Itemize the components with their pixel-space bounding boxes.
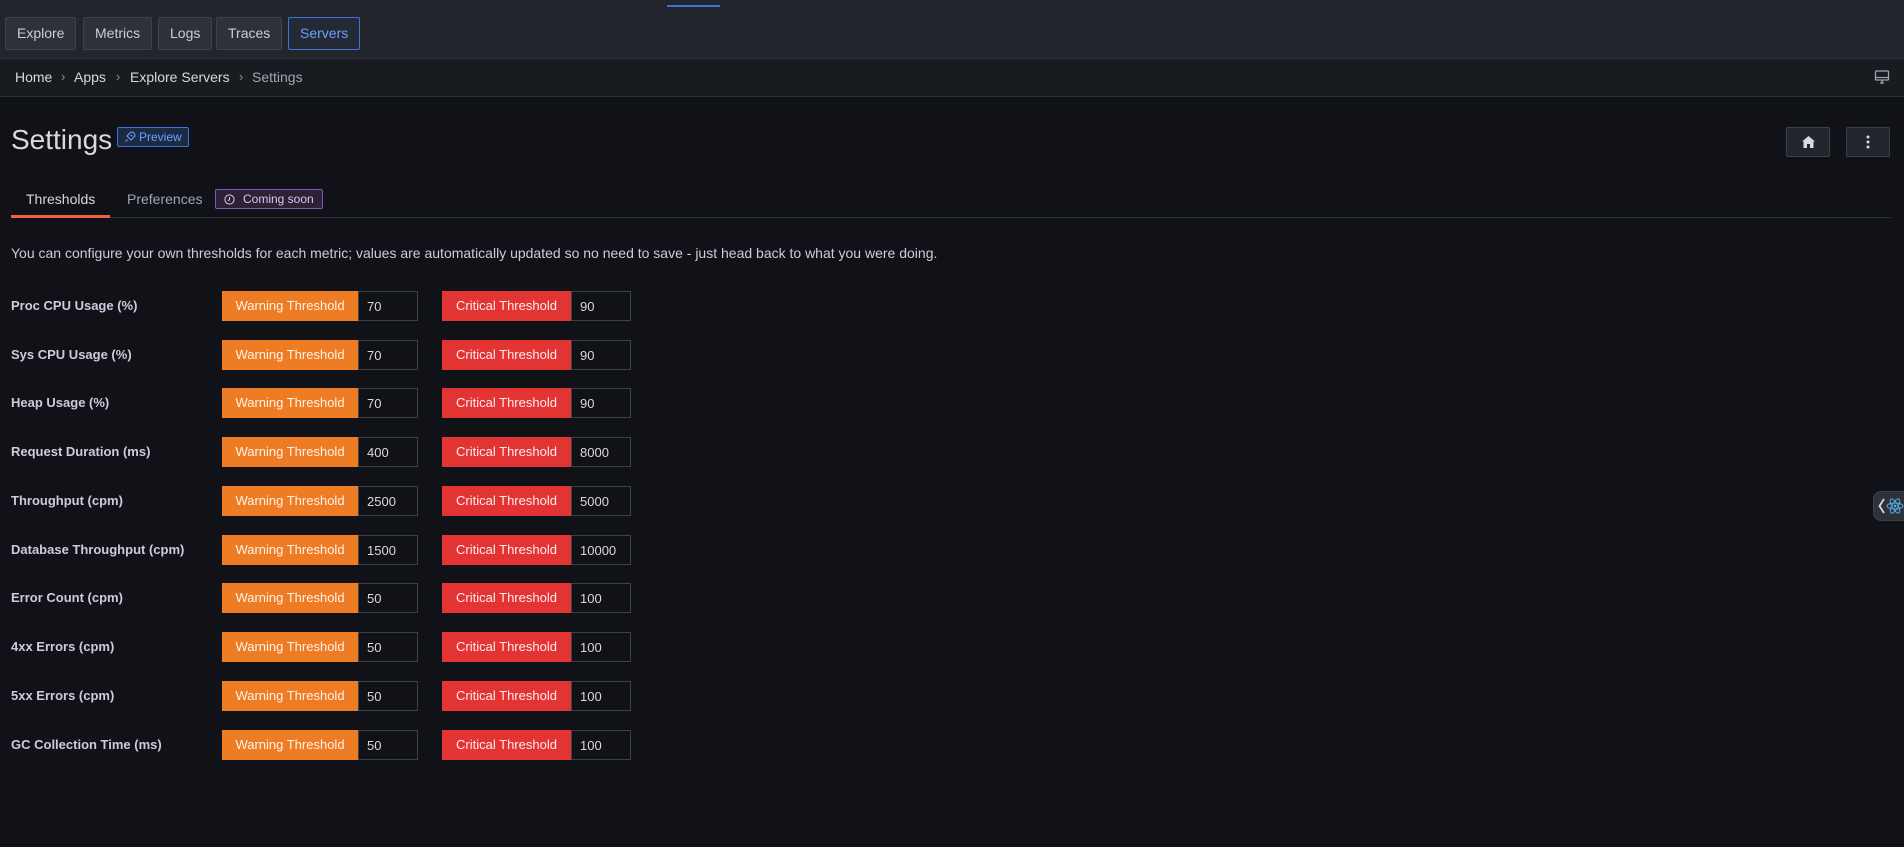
critical-threshold-label: Critical Threshold	[442, 437, 571, 467]
metric-label: Error Count (cpm)	[11, 590, 123, 605]
critical-threshold-label: Critical Threshold	[442, 632, 571, 662]
rocket-icon	[125, 131, 136, 142]
metric-label: Throughput (cpm)	[11, 493, 123, 508]
warning-threshold-input[interactable]	[358, 437, 418, 467]
warning-threshold-input[interactable]	[358, 486, 418, 516]
metric-label: GC Collection Time (ms)	[11, 737, 162, 752]
warning-threshold-input[interactable]	[358, 583, 418, 613]
coming-soon-badge: Coming soon	[215, 189, 323, 209]
critical-threshold-label: Critical Threshold	[442, 340, 571, 370]
settings-description: You can configure your own thresholds fo…	[11, 245, 938, 261]
nav-servers-button[interactable]: Servers	[288, 17, 361, 50]
warning-threshold-label: Warning Threshold	[222, 437, 358, 467]
threshold-row: 5xx Errors (cpm) Warning Threshold Critica…	[0, 681, 700, 711]
warning-threshold-input[interactable]	[358, 681, 418, 711]
threshold-row: Proc CPU Usage (%) Warning Threshold Criti…	[0, 291, 700, 321]
critical-threshold-input[interactable]	[571, 340, 631, 370]
warning-threshold-label: Warning Threshold	[222, 583, 358, 613]
sidebar-toggle-button[interactable]	[1873, 491, 1904, 521]
kebab-menu-icon	[1866, 135, 1870, 149]
warning-threshold-label: Warning Threshold	[222, 291, 358, 321]
breadcrumb-settings: Settings	[252, 69, 303, 85]
breadcrumb-separator: ›	[116, 69, 121, 84]
threshold-row: Request Duration (ms) Warning Threshold Cr…	[0, 437, 700, 467]
tab-thresholds[interactable]: Thresholds	[11, 186, 111, 218]
threshold-row: Heap Usage (%) Warning Threshold Critical …	[0, 388, 700, 418]
threshold-row: Error Count (cpm) Warning Threshold Critic…	[0, 583, 700, 613]
metric-label: 5xx Errors (cpm)	[11, 688, 115, 703]
critical-threshold-label: Critical Threshold	[442, 388, 571, 418]
critical-threshold-input[interactable]	[571, 486, 631, 516]
metric-label: Proc CPU Usage (%)	[11, 298, 138, 313]
warning-threshold-input[interactable]	[358, 535, 418, 565]
warning-threshold-input[interactable]	[358, 291, 418, 321]
nav-traces-button[interactable]: Traces	[216, 17, 283, 50]
top-nav: Explore Metrics Logs Traces Servers	[0, 7, 1904, 59]
warning-threshold-input[interactable]	[358, 632, 418, 662]
metric-label: Database Throughput (cpm)	[11, 542, 185, 557]
critical-threshold-label: Critical Threshold	[442, 535, 571, 565]
tab-preferences[interactable]: Preferences	[127, 186, 202, 218]
warning-threshold-input[interactable]	[358, 340, 418, 370]
breadcrumb-home[interactable]: Home	[15, 69, 52, 85]
warning-threshold-label: Warning Threshold	[222, 730, 358, 760]
critical-threshold-input[interactable]	[571, 388, 631, 418]
critical-threshold-input[interactable]	[571, 437, 631, 467]
breadcrumb-explore-servers[interactable]: Explore Servers	[130, 69, 230, 85]
coming-soon-label: Coming soon	[243, 192, 314, 206]
more-options-button[interactable]	[1846, 127, 1890, 157]
warning-threshold-label: Warning Threshold	[222, 535, 358, 565]
metric-label: Request Duration (ms)	[11, 444, 151, 459]
breadcrumb-separator: ›	[61, 69, 66, 84]
warning-threshold-input[interactable]	[358, 730, 418, 760]
page-title: Settings	[11, 124, 113, 155]
metric-label: Heap Usage (%)	[11, 395, 110, 410]
critical-threshold-label: Critical Threshold	[442, 583, 571, 613]
critical-threshold-label: Critical Threshold	[442, 486, 571, 516]
metric-label: 4xx Errors (cpm)	[11, 639, 115, 654]
critical-threshold-label: Critical Threshold	[442, 291, 571, 321]
warning-threshold-label: Warning Threshold	[222, 681, 358, 711]
critical-threshold-input[interactable]	[571, 632, 631, 662]
react-icon	[1878, 498, 1904, 514]
critical-threshold-label: Critical Threshold	[442, 730, 571, 760]
critical-threshold-input[interactable]	[571, 681, 631, 711]
warning-threshold-input[interactable]	[358, 388, 418, 418]
home-button[interactable]	[1786, 127, 1830, 157]
top-strip	[0, 0, 1904, 7]
breadcrumb-separator: ›	[239, 69, 244, 84]
warning-threshold-label: Warning Threshold	[222, 486, 358, 516]
threshold-row: Database Throughput (cpm) Warning Thresho…	[0, 535, 700, 565]
home-icon	[1801, 136, 1815, 148]
critical-threshold-label: Critical Threshold	[442, 681, 571, 711]
breadcrumb-apps[interactable]: Apps	[74, 69, 106, 85]
preview-badge-label: Preview	[139, 130, 182, 144]
threshold-row: GC Collection Time (ms) Warning Threshold…	[0, 730, 700, 760]
metric-label: Sys CPU Usage (%)	[11, 347, 132, 362]
nav-metrics-button[interactable]: Metrics	[83, 17, 153, 50]
preview-badge: Preview	[117, 127, 189, 147]
threshold-row: Throughput (cpm) Warning Threshold Critica…	[0, 486, 700, 516]
breadcrumb: Home › Apps › Explore Servers › Settings	[0, 59, 1904, 97]
monitor-icon[interactable]	[1874, 69, 1890, 85]
warning-threshold-label: Warning Threshold	[222, 632, 358, 662]
nav-logs-button[interactable]: Logs	[158, 17, 213, 50]
critical-threshold-input[interactable]	[571, 535, 631, 565]
critical-threshold-input[interactable]	[571, 583, 631, 613]
clock-icon	[224, 193, 235, 205]
critical-threshold-input[interactable]	[571, 291, 631, 321]
threshold-row: Sys CPU Usage (%) Warning Threshold Critic…	[0, 340, 700, 370]
warning-threshold-label: Warning Threshold	[222, 388, 358, 418]
threshold-row: 4xx Errors (cpm) Warning Threshold Critica…	[0, 632, 700, 662]
critical-threshold-input[interactable]	[571, 730, 631, 760]
nav-explore-button[interactable]: Explore	[5, 17, 77, 50]
warning-threshold-label: Warning Threshold	[222, 340, 358, 370]
